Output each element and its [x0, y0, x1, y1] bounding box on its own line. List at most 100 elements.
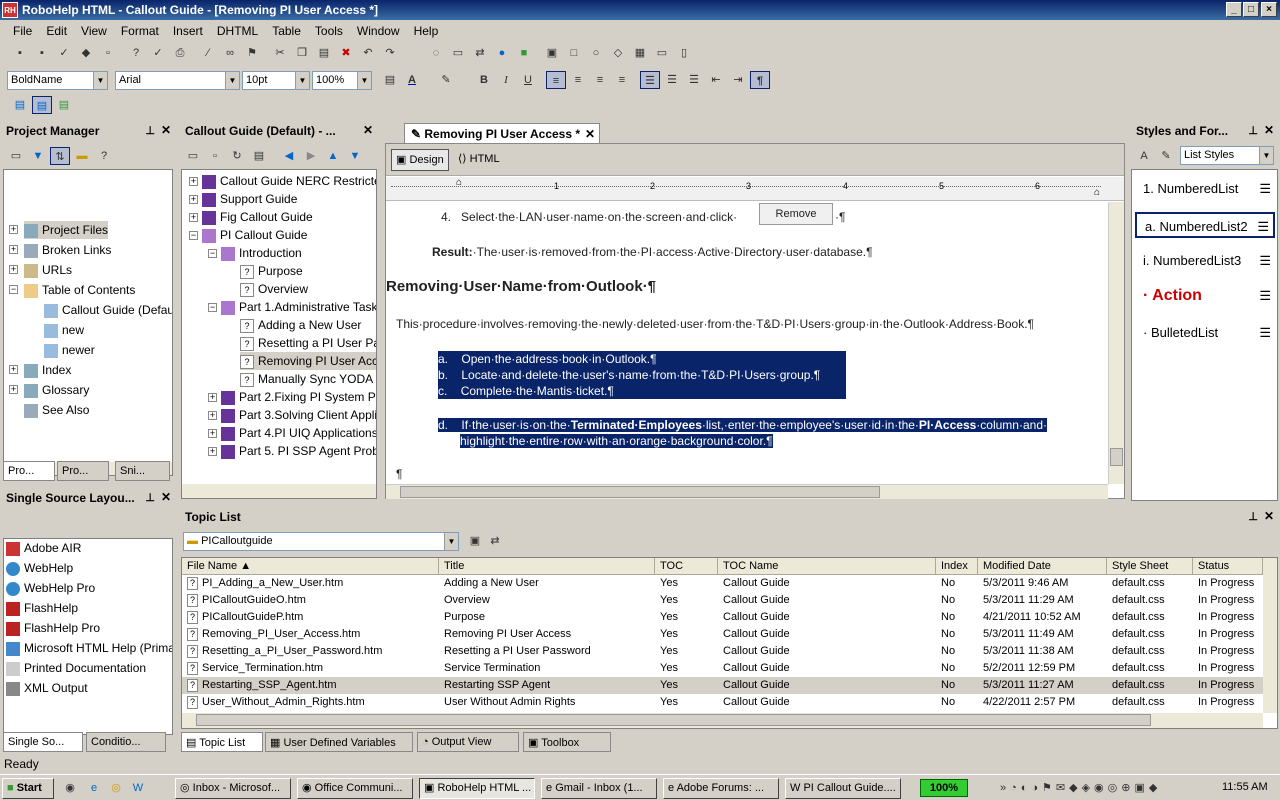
tray-icons[interactable]: »◔◐◑⚑✉◆◈◉◎⊕▣◆	[1000, 779, 1220, 797]
style-action[interactable]: · Action ☰	[1135, 283, 1275, 309]
layout-printed-doc[interactable]: Printed Documentation	[6, 659, 146, 677]
justify-icon[interactable]: ≡	[612, 71, 632, 89]
indent-icon[interactable]: ⇥	[728, 71, 748, 89]
horizontal-scrollbar[interactable]	[182, 484, 376, 498]
horizontal-scrollbar[interactable]	[182, 713, 1263, 728]
col-status[interactable]: Status	[1193, 558, 1263, 575]
style-numbered-list-3[interactable]: i. NumberedList3 ☰	[1135, 248, 1275, 274]
tab-topic-list[interactable]: ▤ Topic List	[181, 732, 263, 752]
picture-icon[interactable]: ▦	[630, 44, 650, 62]
col-style-sheet[interactable]: Style Sheet	[1107, 558, 1193, 575]
document-body[interactable]: 4. Select·the·LAN·user·name·on·the·scree…	[386, 202, 1108, 484]
layout-icon[interactable]: ▤	[10, 96, 30, 114]
copy-icon[interactable]: ❐	[292, 44, 312, 62]
layout-adobe-air[interactable]: Adobe AIR	[6, 539, 81, 557]
pin-icon[interactable]: ⊥	[1248, 510, 1258, 523]
close-icon[interactable]: ✕	[161, 123, 171, 137]
properties-icon[interactable]: ▣	[465, 532, 485, 550]
close-icon[interactable]: ✕	[1264, 123, 1274, 137]
battery-indicator[interactable]: 100%	[920, 779, 968, 797]
thesaurus-icon[interactable]: ◆	[76, 44, 96, 62]
ruler[interactable]: 1 2 3 4 5 6 ⌂ ⌂	[386, 177, 1124, 201]
close-button[interactable]: ×	[1261, 2, 1277, 17]
table-row[interactable]: User_Without_Admin_Rights.htm? User Witho…	[182, 694, 1263, 711]
paste-icon[interactable]: ▤	[314, 44, 334, 62]
layout-webhelp[interactable]: WebHelp	[6, 559, 73, 577]
toc-page[interactable]: ?Manually Sync YODA Pa	[240, 370, 376, 388]
tab-project-2[interactable]: Pro...	[57, 461, 109, 481]
folder-icon[interactable]: ▭	[6, 147, 26, 165]
green-icon[interactable]: ■	[514, 44, 534, 62]
align-right-icon[interactable]: ≡	[590, 71, 610, 89]
layout-flashhelp-pro[interactable]: FlashHelp Pro	[6, 619, 100, 637]
speech-icon[interactable]: ▭	[448, 44, 468, 62]
new-page-icon[interactable]: ▫	[205, 147, 225, 165]
col-title[interactable]: Title	[439, 558, 655, 575]
menu-help[interactable]: Help	[407, 20, 446, 38]
menu-dhtml[interactable]: DHTML	[210, 20, 265, 38]
toc-book[interactable]: Part 2.Fixing PI System Prob	[221, 388, 376, 406]
tree-toc-newer[interactable]: newer	[44, 341, 95, 359]
outlook-icon[interactable]: ◎	[106, 779, 126, 797]
tab-single-source[interactable]: Single So...	[3, 732, 83, 752]
tab-user-defined-variables[interactable]: ▦ User Defined Variables	[265, 732, 413, 752]
help-icon[interactable]: ?	[94, 147, 114, 165]
circle-icon[interactable]: ○	[586, 44, 606, 62]
toc-book[interactable]: Callout Guide NERC Restricted	[202, 172, 376, 190]
right-margin-icon[interactable]: ⌂	[1094, 187, 1100, 198]
pin-icon[interactable]: ⊥	[145, 124, 155, 137]
arrow-down-icon[interactable]: ▼	[345, 147, 365, 165]
zoom-select[interactable]: 100% ▼	[312, 71, 372, 90]
bullet-list-icon[interactable]: ☰	[662, 71, 682, 89]
toc-page[interactable]: ? Purpose	[240, 262, 303, 280]
col-toc[interactable]: TOC	[655, 558, 718, 575]
monitor-icon[interactable]: ▭	[652, 44, 672, 62]
highlight-icon[interactable]: ✎	[436, 71, 456, 89]
layout-html-help[interactable]: Microsoft HTML Help (Primary l	[6, 639, 172, 657]
help-icon[interactable]: ?	[126, 44, 146, 62]
toc-page[interactable]: ? Overview	[240, 280, 308, 298]
arrow-right-icon[interactable]: ▶	[301, 147, 321, 165]
tree-index[interactable]: Index	[24, 361, 71, 379]
close-icon[interactable]: ✕	[161, 490, 171, 504]
line-icon[interactable]: ⁄	[198, 44, 218, 62]
tree-toc-default[interactable]: Callout Guide (Default)	[44, 301, 172, 319]
toc-book[interactable]: Part 3.Solving Client Applica	[221, 406, 376, 424]
font-color-icon[interactable]: A	[402, 71, 422, 89]
close-icon[interactable]: ✕	[1264, 509, 1274, 523]
task-office-communicator[interactable]: ◉ Office Communi...	[297, 778, 413, 799]
form-icon[interactable]: ▯	[674, 44, 694, 62]
close-icon[interactable]: ✕	[585, 127, 595, 141]
toc-page-selected[interactable]: ? Removing PI User Acce	[240, 352, 376, 370]
layout-webhelp-pro[interactable]: WebHelp Pro	[6, 579, 95, 597]
style-bulleted-list[interactable]: · BulletedList ☰	[1135, 320, 1275, 346]
refresh-icon[interactable]: ↻	[227, 147, 247, 165]
menu-file[interactable]: File	[6, 20, 39, 38]
style-numbered-list[interactable]: 1. NumberedList ☰	[1135, 176, 1275, 202]
layout-flashhelp[interactable]: FlashHelp	[6, 599, 78, 617]
menu-table[interactable]: Table	[265, 20, 308, 38]
indent-marker-icon[interactable]: ⌂	[456, 177, 462, 188]
redo-icon[interactable]: ↷	[380, 44, 400, 62]
sort-icon[interactable]: ⇅	[50, 147, 70, 165]
design-tab[interactable]: ▣ Design	[391, 149, 449, 171]
menu-edit[interactable]: Edit	[39, 20, 74, 38]
table-row[interactable]: Removing_PI_User_Access.htm? Removing PI …	[182, 626, 1263, 643]
maximize-button[interactable]: □	[1243, 2, 1259, 17]
layout2-icon[interactable]: ▤	[32, 96, 52, 114]
save-all-icon[interactable]: ▪	[32, 44, 52, 62]
filter-icon[interactable]: ▼	[28, 147, 48, 165]
table-row[interactable]: PICalloutGuideO.htm? Overview Yes Callout G…	[182, 592, 1263, 609]
rectangle-icon[interactable]: □	[564, 44, 584, 62]
filter-icon[interactable]: ⇄	[485, 532, 505, 550]
tree-broken-links[interactable]: Broken Links	[24, 241, 111, 259]
save-icon[interactable]: ▪	[10, 44, 30, 62]
pin-icon[interactable]: ⊥	[1248, 124, 1258, 137]
style-select[interactable]: BoldName ▼	[7, 71, 108, 90]
tree-glossary[interactable]: Glossary	[24, 381, 89, 399]
web-icon[interactable]: ●	[492, 44, 512, 62]
menu-view[interactable]: View	[74, 20, 114, 38]
layout3-icon[interactable]: ▤	[54, 96, 74, 114]
preview-icon[interactable]: ▫	[98, 44, 118, 62]
italic-icon[interactable]: I	[496, 71, 516, 89]
